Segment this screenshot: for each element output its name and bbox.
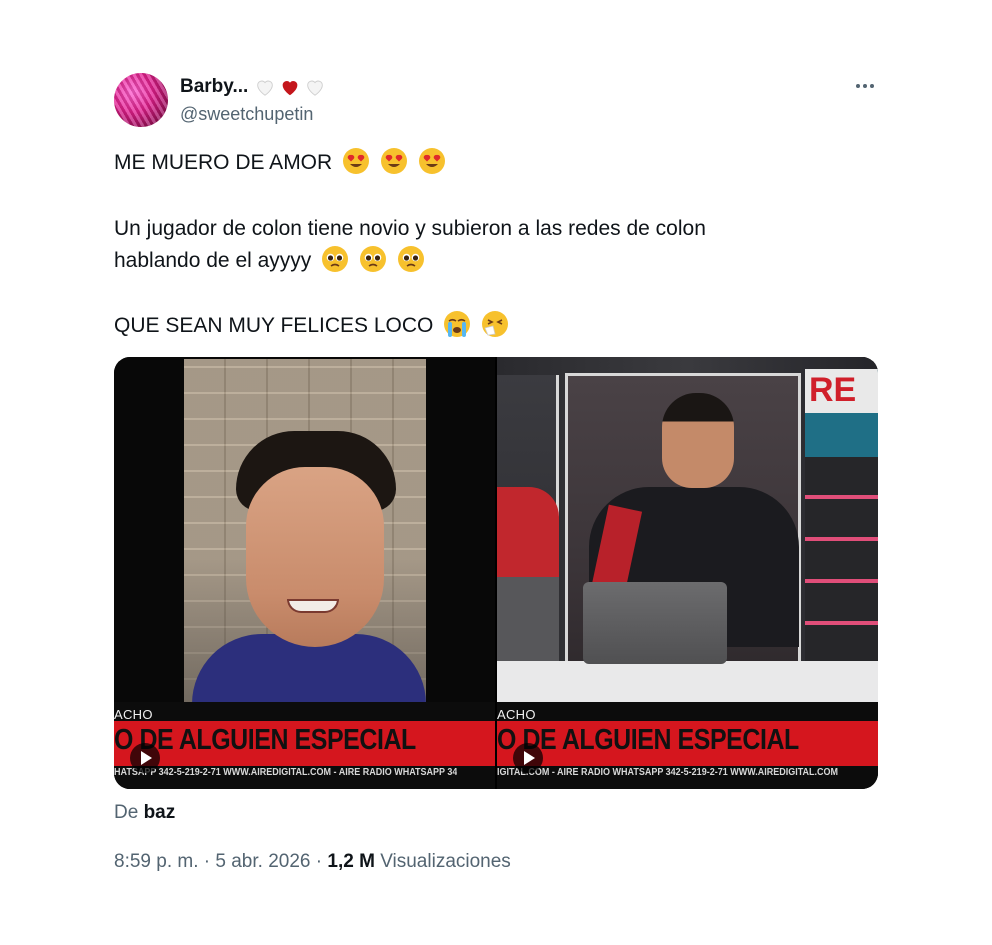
news-crawl: IGITAL.COM - AIRE RADIO WHATSAPP 342-5-2…: [497, 767, 840, 778]
avatar[interactable]: [114, 73, 168, 127]
dot-icon: [856, 84, 860, 88]
studio-desk: [497, 661, 878, 703]
laptop-left: [497, 577, 559, 663]
author-name-row[interactable]: Barby...: [180, 76, 326, 98]
video-2[interactable]: RE ACHO O DE ALGUIEN ESPECIAL IGITAL.COM…: [497, 357, 878, 789]
tweet-date[interactable]: 5 abr. 2026: [215, 851, 310, 872]
person-face: [246, 467, 384, 647]
red-heart-icon: [282, 81, 298, 96]
display-name[interactable]: Barby...: [180, 76, 248, 98]
author-handle[interactable]: @sweetchupetin: [180, 104, 313, 125]
laptop: [583, 582, 727, 664]
meta-separator: ·: [315, 851, 323, 872]
white-heart-icon: [307, 80, 324, 96]
heart-eyes-emoji: [418, 148, 445, 174]
video-1-frame: [184, 359, 426, 704]
video-1[interactable]: ACHO O DE ALGUIEN ESPECIAL HATSAPP 342-5…: [114, 357, 495, 789]
banner-text: O DE ALGUIEN ESPECIAL: [497, 724, 799, 756]
pleading-face-emoji: [397, 246, 424, 272]
banner-text: O DE ALGUIEN ESPECIAL: [114, 724, 416, 756]
views-label[interactable]: Visualizaciones: [380, 851, 511, 872]
name-emojis: [254, 76, 326, 98]
media-attribution: De baz: [114, 802, 175, 824]
tweet-text-3: hablando de el ayyyy: [114, 249, 312, 272]
video-banner: O DE ALGUIEN ESPECIAL: [114, 721, 495, 766]
heart-eyes-emoji: [343, 148, 370, 174]
tweet-line-1: ME MUERO DE AMOR: [114, 146, 446, 179]
video-banner: O DE ALGUIEN ESPECIAL: [497, 721, 878, 766]
white-heart-icon: [257, 80, 274, 96]
heart-eyes-emoji: [380, 148, 407, 174]
play-icon[interactable]: [513, 743, 543, 773]
loudly-crying-emoji: [444, 311, 471, 337]
tweet-time[interactable]: 8:59 p. m.: [114, 851, 199, 872]
person-head: [662, 393, 734, 488]
person-mouth: [287, 599, 339, 613]
tweet-line-2: Un jugador de colon tiene novio y subier…: [114, 217, 706, 240]
dot-icon: [870, 84, 874, 88]
video-ticker: ACHO: [497, 707, 536, 722]
meta-separator: ·: [203, 851, 211, 872]
news-crawl: HATSAPP 342-5-219-2-71 WWW.AIREDIGITAL.C…: [114, 767, 457, 778]
tweet-line-4: QUE SEAN MUY FELICES LOCO: [114, 309, 509, 342]
tweet-meta: 8:59 p. m. · 5 abr. 2026 · 1,2 M Visuali…: [114, 851, 511, 873]
tweet-line-3: hablando de el ayyyy: [114, 244, 425, 277]
play-icon[interactable]: [130, 743, 160, 773]
attribution-source[interactable]: baz: [144, 802, 176, 823]
media-grid[interactable]: ACHO O DE ALGUIEN ESPECIAL HATSAPP 342-5…: [114, 357, 878, 789]
dot-icon: [863, 84, 867, 88]
tweet-text-1: ME MUERO DE AMOR: [114, 151, 333, 174]
video-ticker: ACHO: [114, 707, 153, 722]
sign-text: RE: [809, 371, 857, 409]
more-options-button[interactable]: [852, 76, 878, 96]
views-count[interactable]: 1,2 M: [327, 851, 375, 872]
tweet-text-4: QUE SEAN MUY FELICES LOCO: [114, 314, 434, 337]
sneezing-face-emoji: [482, 311, 509, 337]
pleading-face-emoji: [322, 246, 349, 272]
pleading-face-emoji: [360, 246, 386, 272]
attribution-prefix: De: [114, 802, 139, 823]
